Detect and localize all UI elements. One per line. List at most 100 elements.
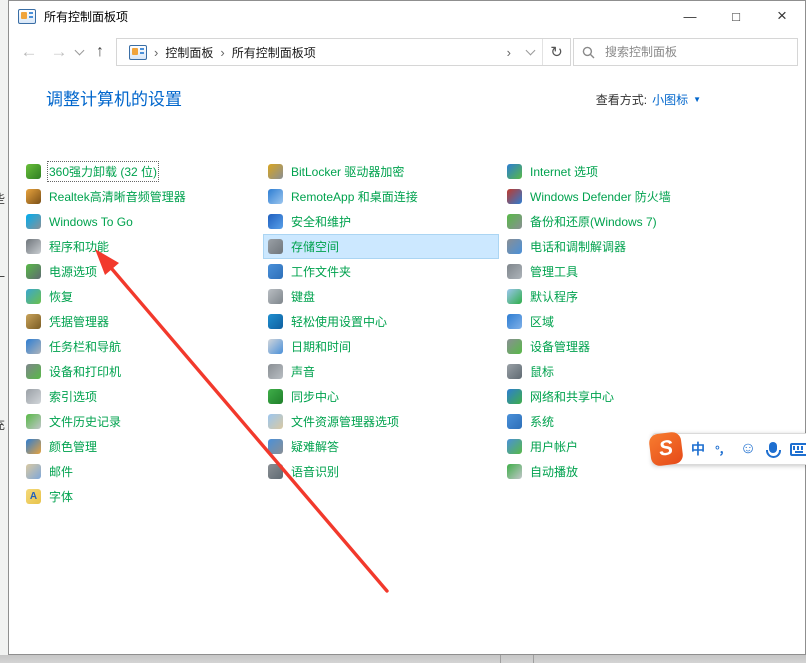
control-panel-item[interactable]: 工作文件夹 bbox=[263, 259, 499, 284]
bitlocker-icon bbox=[268, 164, 283, 179]
ime-toolbar: S 中°，☺ bbox=[652, 433, 806, 465]
control-panel-item[interactable]: 凭据管理器 bbox=[21, 309, 255, 334]
control-panel-item[interactable]: 同步中心 bbox=[263, 384, 499, 409]
address-dropdown-button[interactable] bbox=[518, 39, 542, 65]
breadcrumb-item[interactable]: 控制面板 bbox=[165, 44, 213, 61]
remoteapp-icon bbox=[268, 189, 283, 204]
emoji-icon[interactable]: ☺ bbox=[740, 434, 756, 464]
sound-icon bbox=[268, 364, 283, 379]
control-panel-item[interactable]: 安全和维护 bbox=[263, 209, 499, 234]
view-by-value[interactable]: 小图标 bbox=[652, 91, 688, 108]
item-label: RemoteApp 和桌面连接 bbox=[291, 188, 418, 205]
navigation-bar: ← → ↑ › 控制面板 › 所有控制面板项 › ↻ bbox=[9, 31, 805, 73]
control-panel-item[interactable]: 区域 bbox=[502, 309, 802, 334]
file-history-icon bbox=[26, 414, 41, 429]
item-label: 任务栏和导航 bbox=[49, 338, 121, 355]
item-label: 自动播放 bbox=[530, 463, 578, 480]
control-panel-item[interactable]: 索引选项 bbox=[21, 384, 255, 409]
control-panel-item[interactable]: 恢复 bbox=[21, 284, 255, 309]
search-box[interactable] bbox=[573, 38, 798, 66]
item-label: 设备和打印机 bbox=[49, 363, 121, 380]
back-button[interactable]: ← bbox=[17, 31, 41, 73]
address-bar[interactable]: › 控制面板 › 所有控制面板项 › ↻ bbox=[116, 38, 571, 66]
control-panel-item[interactable]: 360强力卸载 (32 位) bbox=[21, 159, 255, 184]
control-panel-item[interactable]: 声音 bbox=[263, 359, 499, 384]
control-panel-item[interactable]: 程序和功能 bbox=[21, 234, 255, 259]
control-panel-item[interactable]: A 字体 bbox=[21, 484, 255, 509]
control-panel-item[interactable]: 设备管理器 bbox=[502, 334, 802, 359]
control-panel-item[interactable]: 轻松使用设置中心 bbox=[263, 309, 499, 334]
ease-of-access-icon bbox=[268, 314, 283, 329]
search-input[interactable] bbox=[603, 44, 789, 60]
refresh-icon: ↻ bbox=[550, 43, 563, 61]
control-panel-item[interactable]: 电源选项 bbox=[21, 259, 255, 284]
chevron-down-icon bbox=[525, 46, 535, 56]
close-button[interactable]: × bbox=[759, 1, 805, 31]
background-text-fragment: 一 bbox=[0, 268, 8, 285]
refresh-button[interactable]: ↻ bbox=[542, 39, 570, 65]
control-panel-item[interactable]: 文件历史记录 bbox=[21, 409, 255, 434]
minimize-button[interactable]: — bbox=[667, 1, 713, 31]
programs-and-features-icon bbox=[26, 239, 41, 254]
chevron-down-icon[interactable]: ▼ bbox=[693, 95, 701, 104]
item-label: 电话和调制解调器 bbox=[530, 238, 626, 255]
microphone-icon[interactable] bbox=[766, 434, 780, 464]
item-label: Windows Defender 防火墙 bbox=[530, 188, 671, 205]
item-label: Internet 选项 bbox=[530, 163, 598, 180]
control-panel-item[interactable]: Internet 选项 bbox=[502, 159, 802, 184]
control-panel-item[interactable]: 文件资源管理器选项 bbox=[263, 409, 499, 434]
item-label: 网络和共享中心 bbox=[530, 388, 614, 405]
control-panel-item[interactable]: 邮件 bbox=[21, 459, 255, 484]
background-taskbar-strip bbox=[0, 655, 806, 663]
sogou-logo-icon[interactable]: S bbox=[648, 431, 684, 467]
taskbar-divider bbox=[533, 655, 534, 663]
chinese-mode-icon[interactable]: 中 bbox=[691, 434, 705, 464]
control-panel-item[interactable]: Realtek高清晰音频管理器 bbox=[21, 184, 255, 209]
item-label: 系统 bbox=[530, 413, 554, 430]
control-panel-item[interactable]: 键盘 bbox=[263, 284, 499, 309]
control-panel-item[interactable]: Windows Defender 防火墙 bbox=[502, 184, 802, 209]
control-panel-item[interactable]: 疑难解答 bbox=[263, 434, 499, 459]
mail-icon bbox=[26, 464, 41, 479]
close-icon: × bbox=[777, 6, 787, 26]
maximize-button[interactable]: □ bbox=[713, 1, 759, 31]
punctuation-icon[interactable]: °， bbox=[715, 434, 730, 464]
item-label: 文件历史记录 bbox=[49, 413, 121, 430]
control-panel-item[interactable]: 语音识别 bbox=[263, 459, 499, 484]
control-panel-item[interactable]: 备份和还原(Windows 7) bbox=[502, 209, 802, 234]
item-label: 工作文件夹 bbox=[291, 263, 351, 280]
item-label: 存储空间 bbox=[291, 238, 339, 255]
control-panel-item[interactable]: 颜色管理 bbox=[21, 434, 255, 459]
keyboard-icon[interactable] bbox=[790, 434, 806, 464]
devices-and-printers-icon bbox=[26, 364, 41, 379]
control-panel-item[interactable]: 管理工具 bbox=[502, 259, 802, 284]
recent-pages-button[interactable] bbox=[71, 31, 87, 73]
item-label: 360强力卸载 (32 位) bbox=[49, 163, 157, 180]
control-panel-item[interactable]: Windows To Go bbox=[21, 209, 255, 234]
control-panel-item[interactable]: 默认程序 bbox=[502, 284, 802, 309]
control-panel-item[interactable]: 存储空间 bbox=[263, 234, 499, 259]
item-label: Realtek高清晰音频管理器 bbox=[49, 188, 186, 205]
default-programs-icon bbox=[507, 289, 522, 304]
view-by-label: 查看方式: bbox=[596, 91, 647, 108]
control-panel-item[interactable]: 任务栏和导航 bbox=[21, 334, 255, 359]
desktop: { "glyphs": { "back": "←", "forward": "→… bbox=[0, 0, 806, 663]
forward-button[interactable]: → bbox=[47, 31, 71, 73]
control-panel-item[interactable]: RemoteApp 和桌面连接 bbox=[263, 184, 499, 209]
control-panel-item[interactable]: 系统 bbox=[502, 409, 802, 434]
control-panel-item[interactable]: 日期和时间 bbox=[263, 334, 499, 359]
control-panel-item[interactable]: 网络和共享中心 bbox=[502, 384, 802, 409]
up-icon: ↑ bbox=[96, 43, 104, 61]
window-title: 所有控制面板项 bbox=[44, 8, 667, 25]
control-panel-item[interactable]: 鼠标 bbox=[502, 359, 802, 384]
item-label: 疑难解答 bbox=[291, 438, 339, 455]
control-panel-item[interactable]: BitLocker 驱动器加密 bbox=[263, 159, 499, 184]
control-panel-item[interactable]: 设备和打印机 bbox=[21, 359, 255, 384]
breadcrumb-item[interactable]: 所有控制面板项 bbox=[232, 44, 316, 61]
item-label: 索引选项 bbox=[49, 388, 97, 405]
windows-defender-firewall-icon bbox=[507, 189, 522, 204]
item-label: 键盘 bbox=[291, 288, 315, 305]
item-label: 语音识别 bbox=[291, 463, 339, 480]
control-panel-item[interactable]: 电话和调制解调器 bbox=[502, 234, 802, 259]
up-button[interactable]: ↑ bbox=[89, 31, 111, 73]
